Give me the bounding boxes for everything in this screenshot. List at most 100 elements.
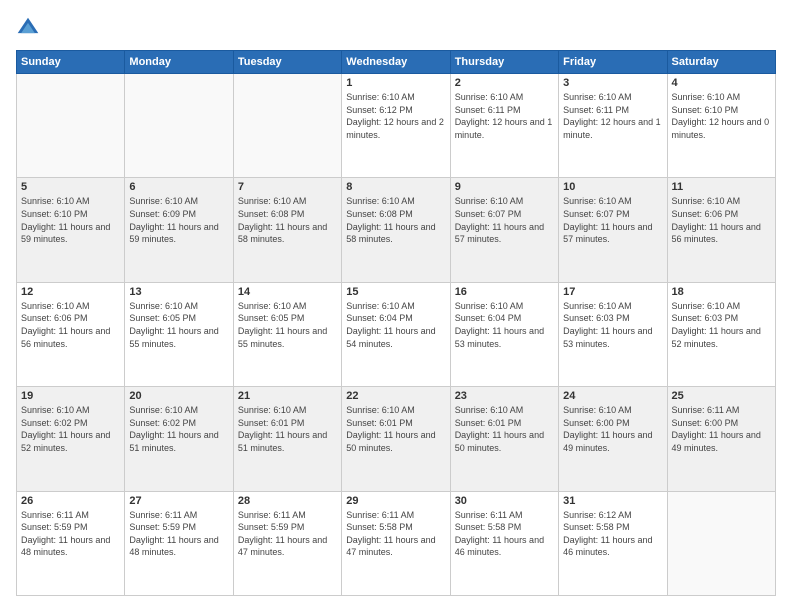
day-info: Sunrise: 6:10 AM Sunset: 6:01 PM Dayligh… — [346, 404, 445, 454]
day-info: Sunrise: 6:10 AM Sunset: 6:08 PM Dayligh… — [238, 195, 337, 245]
weekday-header-friday: Friday — [559, 51, 667, 74]
calendar-cell: 19 Sunrise: 6:10 AM Sunset: 6:02 PM Dayli… — [17, 387, 125, 491]
calendar-cell: 31Sunrise: 6:12 AM Sunset: 5:58 PM Dayli… — [559, 491, 667, 595]
calendar-cell: 20 Sunrise: 6:10 AM Sunset: 6:02 PM Dayli… — [125, 387, 233, 491]
day-info: Sunrise: 6:11 AM Sunset: 5:58 PM Dayligh… — [346, 509, 445, 559]
day-info: Sunrise: 6:10 AM Sunset: 6:03 PM Dayligh… — [672, 300, 771, 350]
day-info: Sunrise: 6:10 AM Sunset: 6:06 PM Dayligh… — [21, 300, 120, 350]
day-number: 13 — [129, 286, 228, 298]
day-number: 11 — [672, 181, 771, 193]
day-info: Sunrise: 6:10 AM Sunset: 6:12 PM Dayligh… — [346, 91, 445, 141]
day-info: Sunrise: 6:10 AM Sunset: 6:05 PM Dayligh… — [238, 300, 337, 350]
header — [16, 16, 776, 40]
calendar-cell: 12 Sunrise: 6:10 AM Sunset: 6:06 PM Dayli… — [17, 282, 125, 386]
day-number: 30 — [455, 495, 554, 507]
calendar-cell: 6Sunrise: 6:10 AM Sunset: 6:09 PM Daylig… — [125, 178, 233, 282]
calendar-cell: 30 Sunrise: 6:11 AM Sunset: 5:58 PM Dayli… — [450, 491, 558, 595]
weekday-header-row: SundayMondayTuesdayWednesdayThursdayFrid… — [17, 51, 776, 74]
day-info: Sunrise: 6:10 AM Sunset: 6:11 PM Dayligh… — [455, 91, 554, 141]
week-row-3: 12 Sunrise: 6:10 AM Sunset: 6:06 PM Dayli… — [17, 282, 776, 386]
calendar-cell: 29 Sunrise: 6:11 AM Sunset: 5:58 PM Dayli… — [342, 491, 450, 595]
calendar-cell: 23 Sunrise: 6:10 AM Sunset: 6:01 PM Dayli… — [450, 387, 558, 491]
calendar-cell: 7 Sunrise: 6:10 AM Sunset: 6:08 PM Daylig… — [233, 178, 341, 282]
day-number: 26 — [21, 495, 120, 507]
calendar-cell: 25 Sunrise: 6:11 AM Sunset: 6:00 PM Dayli… — [667, 387, 775, 491]
calendar-cell: 8Sunrise: 6:10 AM Sunset: 6:08 PM Daylig… — [342, 178, 450, 282]
day-info: Sunrise: 6:11 AM Sunset: 5:59 PM Dayligh… — [238, 509, 337, 559]
calendar-cell: 16 Sunrise: 6:10 AM Sunset: 6:04 PM Dayli… — [450, 282, 558, 386]
day-info: Sunrise: 6:12 AM Sunset: 5:58 PM Dayligh… — [563, 509, 662, 559]
day-number: 1 — [346, 77, 445, 89]
week-row-5: 26 Sunrise: 6:11 AM Sunset: 5:59 PM Dayli… — [17, 491, 776, 595]
calendar-cell — [17, 74, 125, 178]
day-number: 16 — [455, 286, 554, 298]
day-number: 6 — [129, 181, 228, 193]
day-info: Sunrise: 6:11 AM Sunset: 5:58 PM Dayligh… — [455, 509, 554, 559]
calendar-table: SundayMondayTuesdayWednesdayThursdayFrid… — [16, 50, 776, 596]
day-number: 18 — [672, 286, 771, 298]
day-number: 22 — [346, 390, 445, 402]
page: SundayMondayTuesdayWednesdayThursdayFrid… — [0, 0, 792, 612]
day-number: 25 — [672, 390, 771, 402]
day-number: 3 — [563, 77, 662, 89]
day-info: Sunrise: 6:10 AM Sunset: 6:05 PM Dayligh… — [129, 300, 228, 350]
calendar-cell: 24 Sunrise: 6:10 AM Sunset: 6:00 PM Dayli… — [559, 387, 667, 491]
day-number: 10 — [563, 181, 662, 193]
weekday-header-tuesday: Tuesday — [233, 51, 341, 74]
day-number: 29 — [346, 495, 445, 507]
calendar-cell: 4 Sunrise: 6:10 AM Sunset: 6:10 PM Daylig… — [667, 74, 775, 178]
day-number: 23 — [455, 390, 554, 402]
day-info: Sunrise: 6:10 AM Sunset: 6:06 PM Dayligh… — [672, 195, 771, 245]
weekday-header-thursday: Thursday — [450, 51, 558, 74]
calendar-cell: 1 Sunrise: 6:10 AM Sunset: 6:12 PM Daylig… — [342, 74, 450, 178]
day-info: Sunrise: 6:11 AM Sunset: 5:59 PM Dayligh… — [129, 509, 228, 559]
day-info: Sunrise: 6:10 AM Sunset: 6:07 PM Dayligh… — [563, 195, 662, 245]
day-info: Sunrise: 6:10 AM Sunset: 6:07 PM Dayligh… — [455, 195, 554, 245]
day-info: Sunrise: 6:11 AM Sunset: 6:00 PM Dayligh… — [672, 404, 771, 454]
calendar-cell: 22 Sunrise: 6:10 AM Sunset: 6:01 PM Dayli… — [342, 387, 450, 491]
calendar-cell — [125, 74, 233, 178]
day-number: 15 — [346, 286, 445, 298]
day-number: 17 — [563, 286, 662, 298]
day-info: Sunrise: 6:10 AM Sunset: 6:11 PM Dayligh… — [563, 91, 662, 141]
calendar-cell: 28Sunrise: 6:11 AM Sunset: 5:59 PM Dayli… — [233, 491, 341, 595]
day-info: Sunrise: 6:10 AM Sunset: 6:00 PM Dayligh… — [563, 404, 662, 454]
day-info: Sunrise: 6:11 AM Sunset: 5:59 PM Dayligh… — [21, 509, 120, 559]
day-info: Sunrise: 6:10 AM Sunset: 6:04 PM Dayligh… — [455, 300, 554, 350]
day-info: Sunrise: 6:10 AM Sunset: 6:02 PM Dayligh… — [129, 404, 228, 454]
day-info: Sunrise: 6:10 AM Sunset: 6:04 PM Dayligh… — [346, 300, 445, 350]
day-number: 20 — [129, 390, 228, 402]
day-number: 27 — [129, 495, 228, 507]
day-info: Sunrise: 6:10 AM Sunset: 6:02 PM Dayligh… — [21, 404, 120, 454]
calendar-cell: 26 Sunrise: 6:11 AM Sunset: 5:59 PM Dayli… — [17, 491, 125, 595]
day-info: Sunrise: 6:10 AM Sunset: 6:01 PM Dayligh… — [455, 404, 554, 454]
day-number: 5 — [21, 181, 120, 193]
calendar-cell: 3 Sunrise: 6:10 AM Sunset: 6:11 PM Daylig… — [559, 74, 667, 178]
week-row-2: 5 Sunrise: 6:10 AM Sunset: 6:10 PM Daylig… — [17, 178, 776, 282]
day-number: 4 — [672, 77, 771, 89]
logo — [16, 16, 44, 40]
day-number: 9 — [455, 181, 554, 193]
day-info: Sunrise: 6:10 AM Sunset: 6:10 PM Dayligh… — [672, 91, 771, 141]
day-number: 7 — [238, 181, 337, 193]
calendar-cell: 18 Sunrise: 6:10 AM Sunset: 6:03 PM Dayli… — [667, 282, 775, 386]
day-number: 19 — [21, 390, 120, 402]
day-number: 2 — [455, 77, 554, 89]
calendar-cell — [233, 74, 341, 178]
day-info: Sunrise: 6:10 AM Sunset: 6:10 PM Dayligh… — [21, 195, 120, 245]
calendar-cell: 17Sunrise: 6:10 AM Sunset: 6:03 PM Dayli… — [559, 282, 667, 386]
weekday-header-monday: Monday — [125, 51, 233, 74]
calendar-cell: 11 Sunrise: 6:10 AM Sunset: 6:06 PM Dayli… — [667, 178, 775, 282]
calendar-cell: 2 Sunrise: 6:10 AM Sunset: 6:11 PM Daylig… — [450, 74, 558, 178]
day-number: 21 — [238, 390, 337, 402]
calendar-cell: 13 Sunrise: 6:10 AM Sunset: 6:05 PM Dayli… — [125, 282, 233, 386]
calendar-cell: 5 Sunrise: 6:10 AM Sunset: 6:10 PM Daylig… — [17, 178, 125, 282]
week-row-4: 19 Sunrise: 6:10 AM Sunset: 6:02 PM Dayli… — [17, 387, 776, 491]
week-row-1: 1 Sunrise: 6:10 AM Sunset: 6:12 PM Daylig… — [17, 74, 776, 178]
day-info: Sunrise: 6:10 AM Sunset: 6:08 PM Dayligh… — [346, 195, 445, 245]
day-number: 24 — [563, 390, 662, 402]
day-number: 12 — [21, 286, 120, 298]
calendar-cell: 14Sunrise: 6:10 AM Sunset: 6:05 PM Dayli… — [233, 282, 341, 386]
calendar-cell: 15 Sunrise: 6:10 AM Sunset: 6:04 PM Dayli… — [342, 282, 450, 386]
day-info: Sunrise: 6:10 AM Sunset: 6:01 PM Dayligh… — [238, 404, 337, 454]
